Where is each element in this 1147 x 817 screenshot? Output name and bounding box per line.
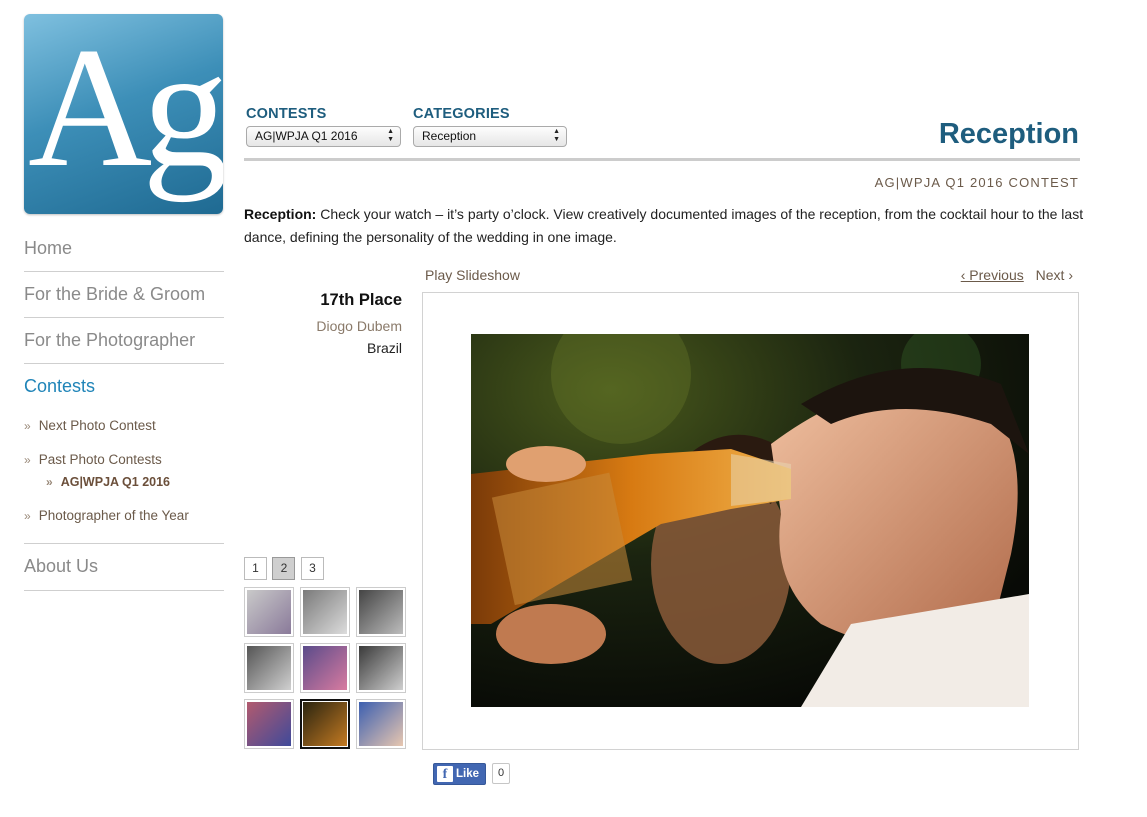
like-label: Like bbox=[456, 768, 480, 780]
thumbnail[interactable] bbox=[244, 699, 294, 749]
submenu-label: AG|WPJA Q1 2016 bbox=[60, 475, 171, 489]
site-logo[interactable]: Ag bbox=[24, 14, 223, 214]
select-arrows-icon: ▲ ▼ bbox=[387, 128, 394, 143]
categories-select-value: Reception bbox=[422, 129, 477, 143]
contests-filter: CONTESTS AG|WPJA Q1 2016 ▲ ▼ bbox=[246, 106, 401, 147]
submenu-next-contest[interactable]: » Next Photo Contest bbox=[24, 409, 224, 443]
thumbnail[interactable] bbox=[244, 643, 294, 693]
categories-filter: CATEGORIES Reception ▲ ▼ bbox=[413, 106, 567, 147]
nav-contests[interactable]: Contests bbox=[24, 364, 224, 409]
thumbnail-image bbox=[247, 702, 291, 746]
submenu-photographer-of-year[interactable]: » Photographer of the Year bbox=[24, 499, 224, 533]
thumbnail-page-2[interactable]: 2 bbox=[272, 557, 296, 580]
next-link[interactable]: Next › bbox=[1036, 267, 1073, 283]
header-divider bbox=[244, 158, 1080, 161]
thumbnail-image bbox=[359, 590, 403, 634]
categories-select[interactable]: Reception ▲ ▼ bbox=[413, 126, 567, 147]
contests-filter-label: CONTESTS bbox=[246, 106, 327, 122]
placement-rank: 17th Place bbox=[320, 291, 402, 309]
contests-select-value: AG|WPJA Q1 2016 bbox=[255, 129, 358, 143]
bullet-icon: » bbox=[46, 475, 53, 489]
thumbnail[interactable] bbox=[300, 643, 350, 693]
nav-about[interactable]: About Us bbox=[24, 543, 224, 591]
submenu-label: Next Photo Contest bbox=[38, 418, 156, 433]
contest-label: AG|WPJA Q1 2016 CONTEST bbox=[874, 175, 1079, 190]
photo-illustration bbox=[471, 334, 1029, 707]
thumbnail[interactable] bbox=[356, 699, 406, 749]
left-nav: Home For the Bride & Groom For the Photo… bbox=[24, 226, 224, 591]
description-text: Check your watch – it’s party o’clock. V… bbox=[244, 206, 1084, 245]
thumbnail-image bbox=[359, 646, 403, 690]
nav-home[interactable]: Home bbox=[24, 226, 224, 272]
previous-link[interactable]: ‹ Previous bbox=[961, 267, 1024, 283]
thumbnail-pages: 1 2 3 bbox=[244, 557, 325, 580]
bullet-icon: » bbox=[24, 453, 31, 467]
thumbnail-image bbox=[247, 646, 291, 690]
thumbnail[interactable] bbox=[356, 643, 406, 693]
facebook-like-button[interactable]: f Like bbox=[433, 763, 487, 785]
thumbnail-image bbox=[359, 702, 403, 746]
submenu-label: Past Photo Contests bbox=[38, 452, 162, 467]
photographer-name[interactable]: Diogo Dubem bbox=[244, 318, 402, 334]
submenu-current-contest[interactable]: » AG|WPJA Q1 2016 bbox=[24, 471, 224, 499]
thumbnail-page-3[interactable]: 3 bbox=[300, 557, 324, 580]
categories-filter-label: CATEGORIES bbox=[413, 106, 510, 122]
facebook-like[interactable]: f Like 0 bbox=[433, 763, 511, 785]
select-arrows-icon: ▲ ▼ bbox=[553, 128, 560, 143]
placement-info: 17th Place Diogo Dubem Brazil bbox=[244, 291, 402, 356]
nav-bride-groom[interactable]: For the Bride & Groom bbox=[24, 272, 224, 318]
contest-photo[interactable] bbox=[471, 334, 1029, 707]
contests-select[interactable]: AG|WPJA Q1 2016 ▲ ▼ bbox=[246, 126, 401, 147]
thumbnail-image bbox=[303, 590, 347, 634]
thumbnail[interactable] bbox=[300, 587, 350, 637]
thumbnail[interactable] bbox=[356, 587, 406, 637]
page-title: Reception bbox=[938, 118, 1079, 150]
like-count: 0 bbox=[492, 763, 511, 784]
photographer-country: Brazil bbox=[366, 340, 402, 356]
logo-text: Ag bbox=[28, 14, 223, 203]
thumbnail-image bbox=[303, 646, 347, 690]
bullet-icon: » bbox=[24, 419, 31, 433]
description-lead: Reception: bbox=[244, 206, 317, 222]
thumbnail-page-1[interactable]: 1 bbox=[244, 557, 267, 580]
category-description: Reception: Check your watch – it’s party… bbox=[244, 203, 1086, 249]
play-slideshow-link[interactable]: Play Slideshow bbox=[425, 267, 520, 283]
nav-photographer[interactable]: For the Photographer bbox=[24, 318, 224, 364]
thumbnail-image bbox=[247, 590, 291, 634]
photo-frame bbox=[422, 292, 1079, 750]
thumbnail-selected[interactable] bbox=[300, 699, 350, 749]
thumbnail-image bbox=[303, 702, 347, 746]
thumbnail[interactable] bbox=[244, 587, 294, 637]
facebook-icon: f bbox=[437, 766, 453, 782]
contests-submenu: » Next Photo Contest » Past Photo Contests… bbox=[24, 409, 224, 533]
bullet-icon: » bbox=[24, 509, 31, 523]
submenu-label: Photographer of the Year bbox=[38, 508, 189, 523]
image-pager: ‹ Previous Next › bbox=[961, 267, 1073, 283]
